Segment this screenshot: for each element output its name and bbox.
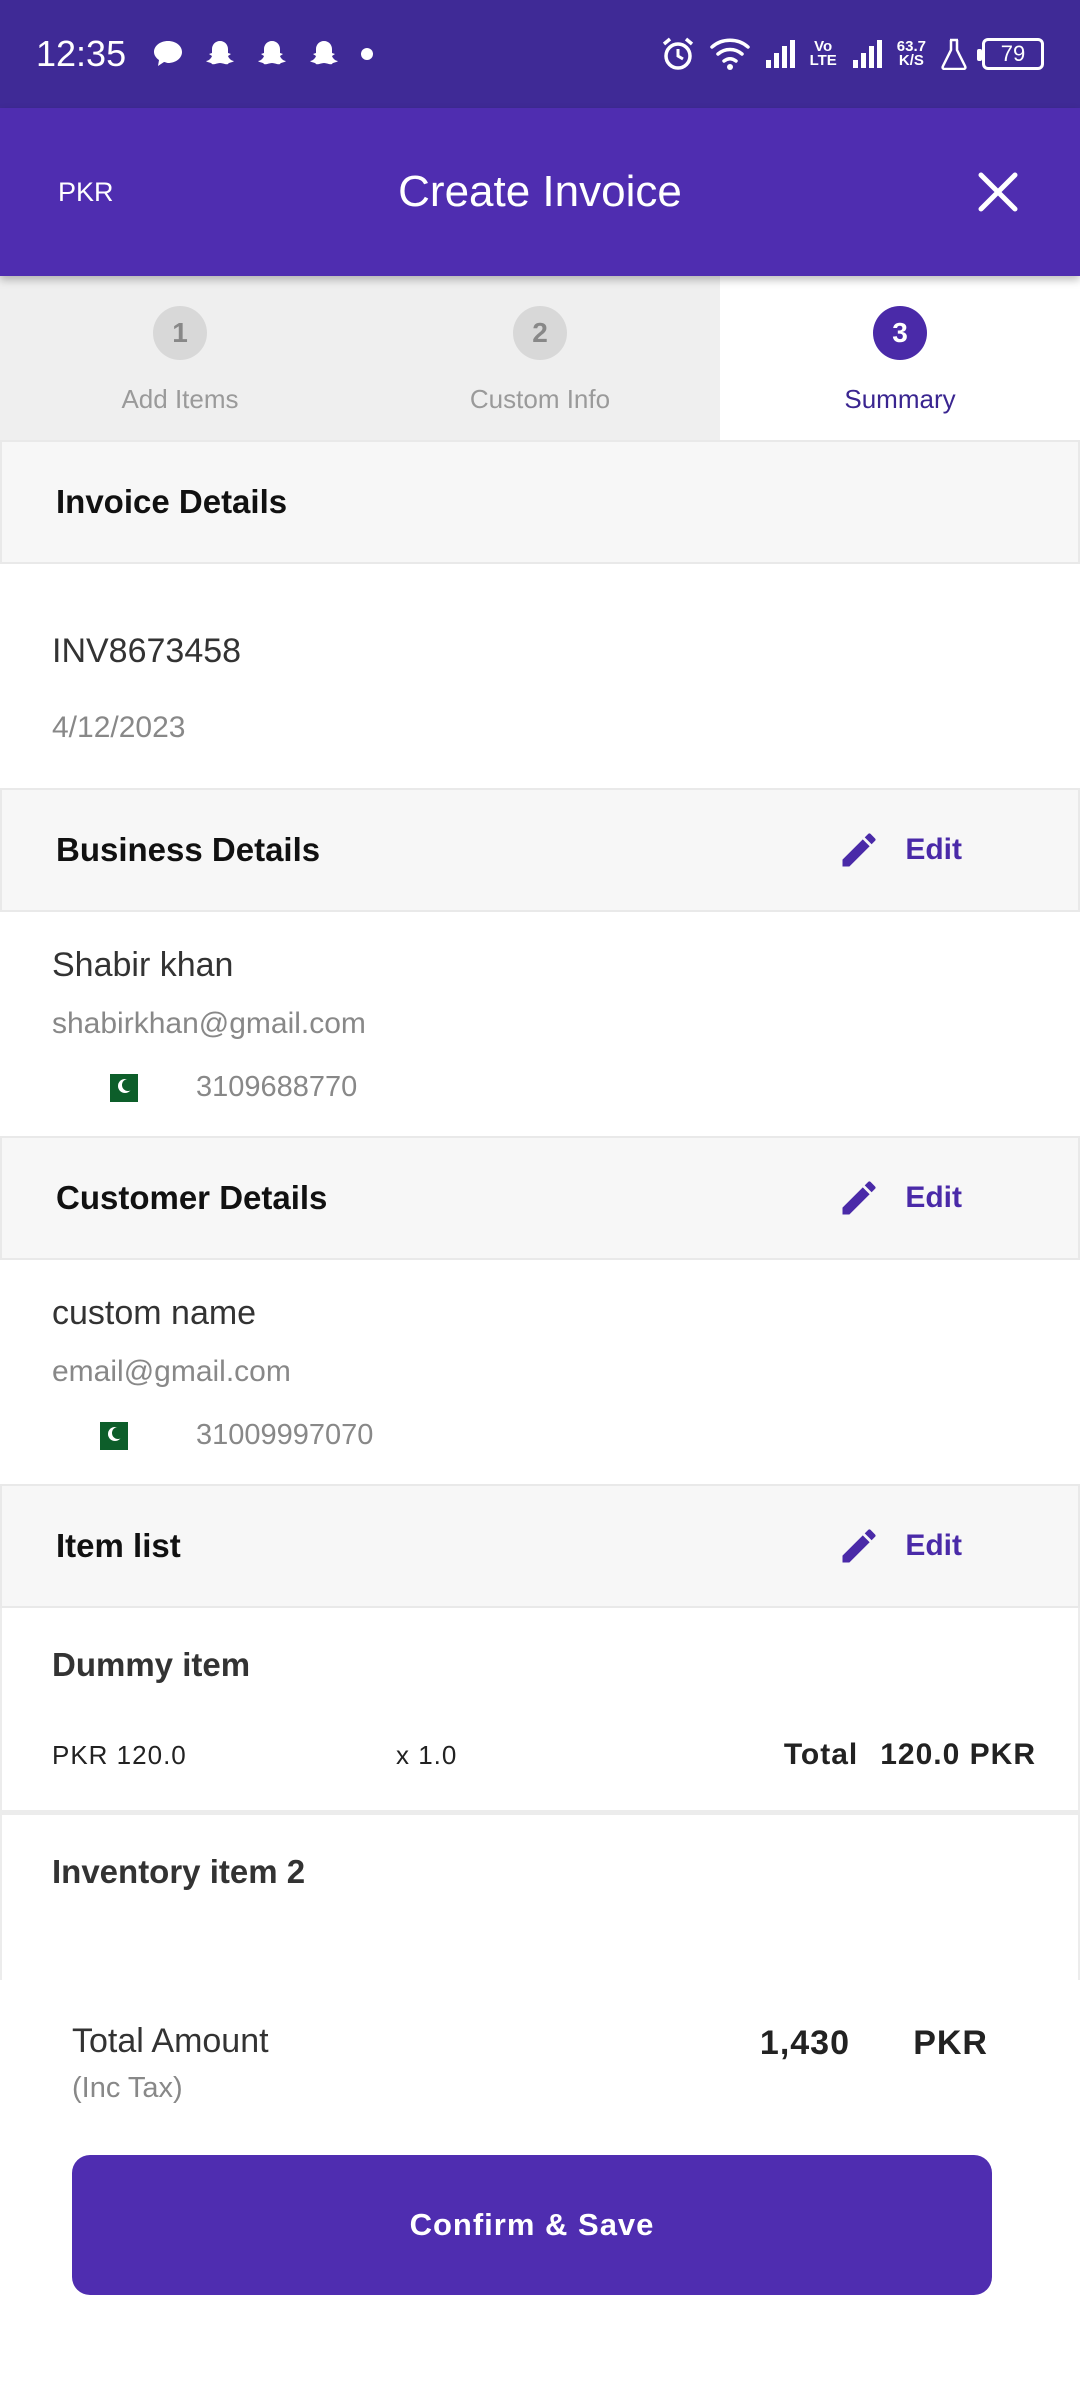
customer-email: email@gmail.com	[52, 1355, 291, 1388]
item-name: Inventory item 2	[52, 1853, 306, 1890]
flask-icon	[940, 38, 968, 70]
customer-phone-row: 31009997070	[52, 1419, 1028, 1452]
customer-name: custom name	[52, 1294, 257, 1332]
pencil-icon	[842, 833, 876, 867]
customer-details: custom name email@gmail.com 31009997070	[0, 1260, 1080, 1484]
customer-details-header: Customer Details Edit	[0, 1136, 1080, 1260]
signal-icon	[764, 38, 796, 70]
item-details-row: PKR 120.0 x 1.0 Total 120.0 PKR	[52, 1738, 1036, 1810]
edit-customer-button[interactable]: Edit	[837, 1176, 962, 1220]
invoice-details-header: Invoice Details	[0, 440, 1080, 564]
item-price: PKR 120.0	[52, 1739, 187, 1770]
edit-label: Edit	[905, 833, 962, 866]
message-bubble-icon	[152, 39, 184, 69]
step-add-items[interactable]: 1 Add Items	[0, 276, 360, 440]
item-quantity: x 1.0	[396, 1739, 458, 1770]
edit-business-button[interactable]: Edit	[837, 828, 962, 872]
dot-icon	[360, 47, 374, 61]
edit-label: Edit	[905, 1181, 962, 1214]
invoice-date: 4/12/2023	[52, 711, 186, 744]
step-custom-info[interactable]: 2 Custom Info	[360, 276, 720, 440]
network-speed-unit: K/S	[898, 52, 924, 69]
wifi-icon	[709, 37, 750, 71]
section-title: Business Details	[56, 831, 321, 868]
list-item: Dummy item PKR 120.0 x 1.0 Total 120.0 P…	[0, 1608, 1080, 1815]
snapchat-icon	[256, 38, 288, 70]
item-total-label: Total	[783, 1738, 859, 1771]
step-label: Add Items	[121, 384, 239, 414]
section-title: Customer Details	[56, 1179, 328, 1216]
total-currency: PKR	[913, 2024, 988, 2062]
list-item: Inventory item 2	[0, 1815, 1080, 1980]
business-phone-row: 3109688770	[52, 1071, 1028, 1104]
step-label: Summary	[844, 384, 956, 414]
status-bar: 12:35 Vo LTE 63.7 K/S 79	[0, 0, 1080, 108]
confirm-save-button[interactable]: Confirm & Save	[72, 2155, 992, 2295]
system-icons: Vo LTE 63.7 K/S 79	[660, 36, 1044, 72]
tax-note: (Inc Tax)	[72, 2072, 183, 2104]
pakistan-flag-icon	[92, 1421, 128, 1450]
edit-label: Edit	[905, 1529, 962, 1562]
stepper: 1 Add Items 2 Custom Info 3 Summary	[0, 276, 1080, 440]
close-icon	[978, 172, 1018, 212]
status-time: 12:35	[36, 33, 127, 74]
notification-icons	[152, 38, 374, 70]
total-amount-value: 1,430	[759, 2024, 850, 2062]
business-details: Shabir khan shabirkhan@gmail.com 3109688…	[0, 912, 1080, 1136]
snapchat-icon	[308, 38, 340, 70]
invoice-details: INV8673458 4/12/2023	[0, 564, 1080, 788]
pencil-icon	[842, 1529, 876, 1563]
section-title: Item list	[56, 1527, 181, 1564]
total-amount-label: Total Amount	[72, 2022, 269, 2060]
battery-icon: 79	[977, 38, 1044, 70]
step-label: Custom Info	[469, 384, 611, 414]
network-speed: 63.7 K/S	[897, 39, 926, 69]
section-title: Invoice Details	[56, 483, 288, 520]
snapchat-icon	[204, 38, 236, 70]
business-phone: 3109688770	[196, 1071, 358, 1103]
pencil-icon	[842, 1181, 876, 1215]
page-title: Create Invoice	[398, 167, 682, 216]
pakistan-flag-icon	[102, 1073, 138, 1102]
customer-phone: 31009997070	[196, 1419, 374, 1451]
invoice-number: INV8673458	[52, 632, 242, 670]
business-name: Shabir khan	[52, 946, 234, 984]
app-bar: PKR Create Invoice	[0, 108, 1080, 276]
item-list-header: Item list Edit	[0, 1484, 1080, 1608]
step-number: 2	[513, 306, 567, 360]
step-number: 1	[153, 306, 207, 360]
alarm-icon	[660, 36, 696, 72]
business-details-header: Business Details Edit	[0, 788, 1080, 912]
edit-items-button[interactable]: Edit	[837, 1524, 962, 1568]
business-email: shabirkhan@gmail.com	[52, 1007, 366, 1040]
item-name: Dummy item	[52, 1646, 251, 1683]
step-summary[interactable]: 3 Summary	[720, 276, 1080, 440]
signal-icon	[851, 38, 883, 70]
close-button[interactable]	[966, 160, 1030, 224]
step-number: 3	[873, 306, 927, 360]
summary-content[interactable]: Invoice Details INV8673458 4/12/2023 Bus…	[0, 440, 1080, 1980]
total-panel: Total Amount (Inc Tax) 1,430 PKR Confirm…	[0, 1980, 1080, 2399]
volte-bottom-label: LTE	[809, 52, 837, 69]
volte-icon: Vo LTE	[809, 39, 837, 69]
item-total: 120.0 PKR	[880, 1738, 1036, 1771]
